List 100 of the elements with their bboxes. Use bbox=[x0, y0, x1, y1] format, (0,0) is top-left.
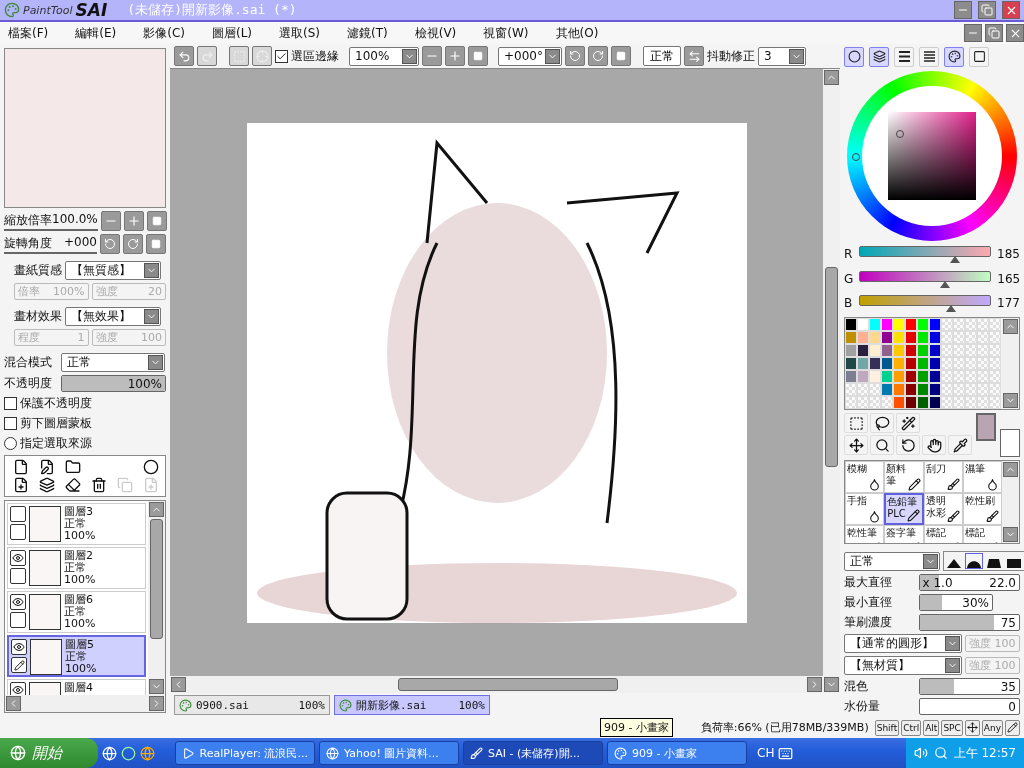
brush-tool[interactable]: 標記 bbox=[962, 525, 1002, 543]
zoom-label: 縮放倍率 bbox=[4, 211, 52, 229]
brush-tool[interactable]: 刮刀 bbox=[923, 461, 963, 493]
menu-item[interactable]: 影像(C) bbox=[143, 24, 185, 42]
zoom-value: 100.0% bbox=[52, 211, 98, 228]
value-field: 強度 20 bbox=[91, 283, 166, 300]
modifier-key[interactable]: Shift bbox=[874, 719, 900, 736]
brush-slider[interactable]: 0 bbox=[918, 698, 1020, 715]
layer-name: 圖層3 bbox=[64, 506, 94, 518]
texture-label: 畫材效果 bbox=[14, 308, 62, 325]
brush-slider[interactable]: 35 bbox=[918, 678, 1020, 695]
brush-tool[interactable]: 濕筆 bbox=[962, 461, 1002, 493]
taskbar-button[interactable]: RealPlayer: 流浪民... bbox=[175, 741, 315, 765]
brush-slider[interactable]: 75 bbox=[918, 614, 1020, 631]
zoom-dropdown[interactable]: 100% bbox=[349, 46, 419, 66]
brush-slider[interactable]: 30% bbox=[919, 594, 993, 611]
channel-value: 177 bbox=[997, 296, 1020, 311]
brush-tool[interactable]: 乾性刷 bbox=[962, 493, 1002, 525]
stabilizer-label: 抖動修正 bbox=[707, 47, 755, 65]
brush-tool[interactable]: 手指 bbox=[845, 493, 885, 525]
slider-label: 筆刷濃度 bbox=[844, 614, 893, 631]
modifier-key[interactable]: SPC bbox=[941, 719, 963, 736]
taskbar-button[interactable]: SAI - (未儲存)開... bbox=[463, 741, 603, 765]
modifier-key[interactable]: Any bbox=[981, 719, 1003, 736]
layer-name: 圖層6 bbox=[64, 594, 94, 606]
brush-tool[interactable]: 模糊 bbox=[845, 461, 885, 493]
window-title: (未儲存)開新影像.sai (*) bbox=[127, 1, 298, 19]
modifier-key[interactable]: Alt bbox=[923, 719, 940, 736]
channel-value: 185 bbox=[997, 247, 1020, 262]
layer-mode: 正常 bbox=[64, 518, 87, 530]
menu-item[interactable]: 圖層(L) bbox=[211, 24, 253, 42]
stabilizer-dropdown[interactable]: 3 bbox=[758, 46, 806, 66]
brush-tool[interactable]: 顏料 筆 bbox=[884, 461, 924, 493]
layer-item[interactable]: 圖層6 正常 100% bbox=[7, 591, 146, 633]
angle-label: 旋轉角度 bbox=[4, 234, 52, 252]
menu-item[interactable]: 其他(O) bbox=[555, 24, 599, 42]
logo-text: PaintTool bbox=[23, 3, 73, 17]
slider-label: 最小直徑 bbox=[844, 594, 893, 611]
brush-tool[interactable]: 簽字筆 bbox=[884, 525, 924, 543]
modifier-key[interactable]: Ctrl bbox=[901, 719, 922, 736]
layer-mode: 正常 bbox=[65, 651, 88, 663]
option-label: 剪下圖層蒙板 bbox=[20, 415, 92, 432]
angle-dropdown[interactable]: +000° bbox=[498, 46, 562, 66]
layer-item[interactable]: 圖層2 正常 100% bbox=[7, 547, 146, 589]
blend-mode-dropdown[interactable]: 正常 bbox=[61, 353, 165, 372]
layer-name: 圖層2 bbox=[64, 550, 94, 562]
layer-mode: 正常 bbox=[64, 606, 86, 618]
layer-name: 圖層4 bbox=[64, 682, 93, 694]
layer-opacity: 100% bbox=[65, 663, 97, 675]
brush-tool[interactable]: 標記 bbox=[923, 525, 963, 543]
slider-label: 混色 bbox=[844, 678, 869, 695]
slider-label: 最大直徑 bbox=[844, 574, 893, 591]
brush-blend-dropdown[interactable]: 正常 bbox=[844, 551, 940, 571]
slider-label: 水份量 bbox=[844, 698, 881, 715]
brush-slider[interactable]: x 1.0 22.0 bbox=[918, 574, 1020, 591]
document-tab[interactable]: 開新影像.sai 100% bbox=[334, 695, 490, 715]
layer-item[interactable]: 圖層3 正常 100% bbox=[7, 503, 146, 545]
layer-opacity: 100% bbox=[64, 530, 96, 542]
menu-item[interactable]: 選取(S) bbox=[279, 24, 320, 42]
blend-mode-label: 混合模式 bbox=[4, 354, 53, 371]
clock: 上午 12:57 bbox=[953, 744, 1016, 762]
layer-item[interactable]: 圖層4 bbox=[7, 679, 146, 695]
channel-label: B bbox=[844, 296, 854, 311]
menu-item[interactable]: 編輯(E) bbox=[75, 24, 117, 42]
menu-item[interactable]: 濾鏡(T) bbox=[347, 24, 388, 42]
taskbar-button[interactable]: 909 - 小畫家 bbox=[607, 741, 747, 765]
angle-value: +000 bbox=[64, 234, 97, 251]
layer-name: 圖層5 bbox=[65, 639, 95, 651]
strength-field: 強度 100 bbox=[965, 657, 1020, 674]
channel-label: G bbox=[844, 271, 854, 286]
value-field: 倍率 100% bbox=[14, 283, 89, 300]
brush-tool[interactable]: 透明 水彩 bbox=[923, 493, 963, 525]
logo-text: SAI bbox=[75, 0, 108, 20]
menu-item[interactable]: 檔案(F) bbox=[8, 24, 49, 42]
layer-mode: 正常 bbox=[64, 562, 86, 574]
memory-status: 負荷率:66% (已用78MB/339MB) bbox=[700, 720, 869, 735]
layer-item[interactable]: 圖層5 正常 100% bbox=[7, 635, 146, 677]
brush-tool[interactable]: 色鉛筆 PLC bbox=[884, 493, 924, 525]
tooltip: 909 - 小畫家 bbox=[600, 718, 673, 737]
value-field: 強度 100 bbox=[91, 329, 166, 346]
language-indicator[interactable]: CH bbox=[757, 746, 775, 760]
brush-tool[interactable]: 乾性筆 bbox=[845, 525, 885, 543]
blend-button[interactable]: 正常 bbox=[643, 46, 681, 66]
value-field: 程度 1 bbox=[14, 329, 89, 346]
taskbar-button[interactable]: Yahoo! 圖片資料... bbox=[319, 741, 459, 765]
channel-value: 165 bbox=[997, 271, 1021, 286]
layer-opacity: 100% bbox=[64, 574, 96, 586]
texture-label: 畫紙質感 bbox=[14, 262, 62, 279]
layer-opacity: 100% bbox=[64, 618, 96, 630]
document-tab[interactable]: 0900.sai 100% bbox=[174, 695, 330, 715]
opacity-slider[interactable]: 100% bbox=[61, 375, 166, 392]
channel-label: R bbox=[844, 247, 854, 262]
option-label: 指定選取來源 bbox=[20, 435, 92, 452]
menu-item[interactable]: 視窗(W) bbox=[483, 24, 529, 42]
menu-item[interactable]: 檢視(V) bbox=[414, 24, 457, 42]
checkbox-label: 選區邊緣 bbox=[291, 47, 339, 65]
strength-field: 強度 100 bbox=[965, 635, 1020, 652]
option-label: 保護不透明度 bbox=[20, 395, 92, 412]
opacity-label: 不透明度 bbox=[4, 375, 53, 392]
start-button[interactable]: 開始 bbox=[0, 738, 98, 768]
